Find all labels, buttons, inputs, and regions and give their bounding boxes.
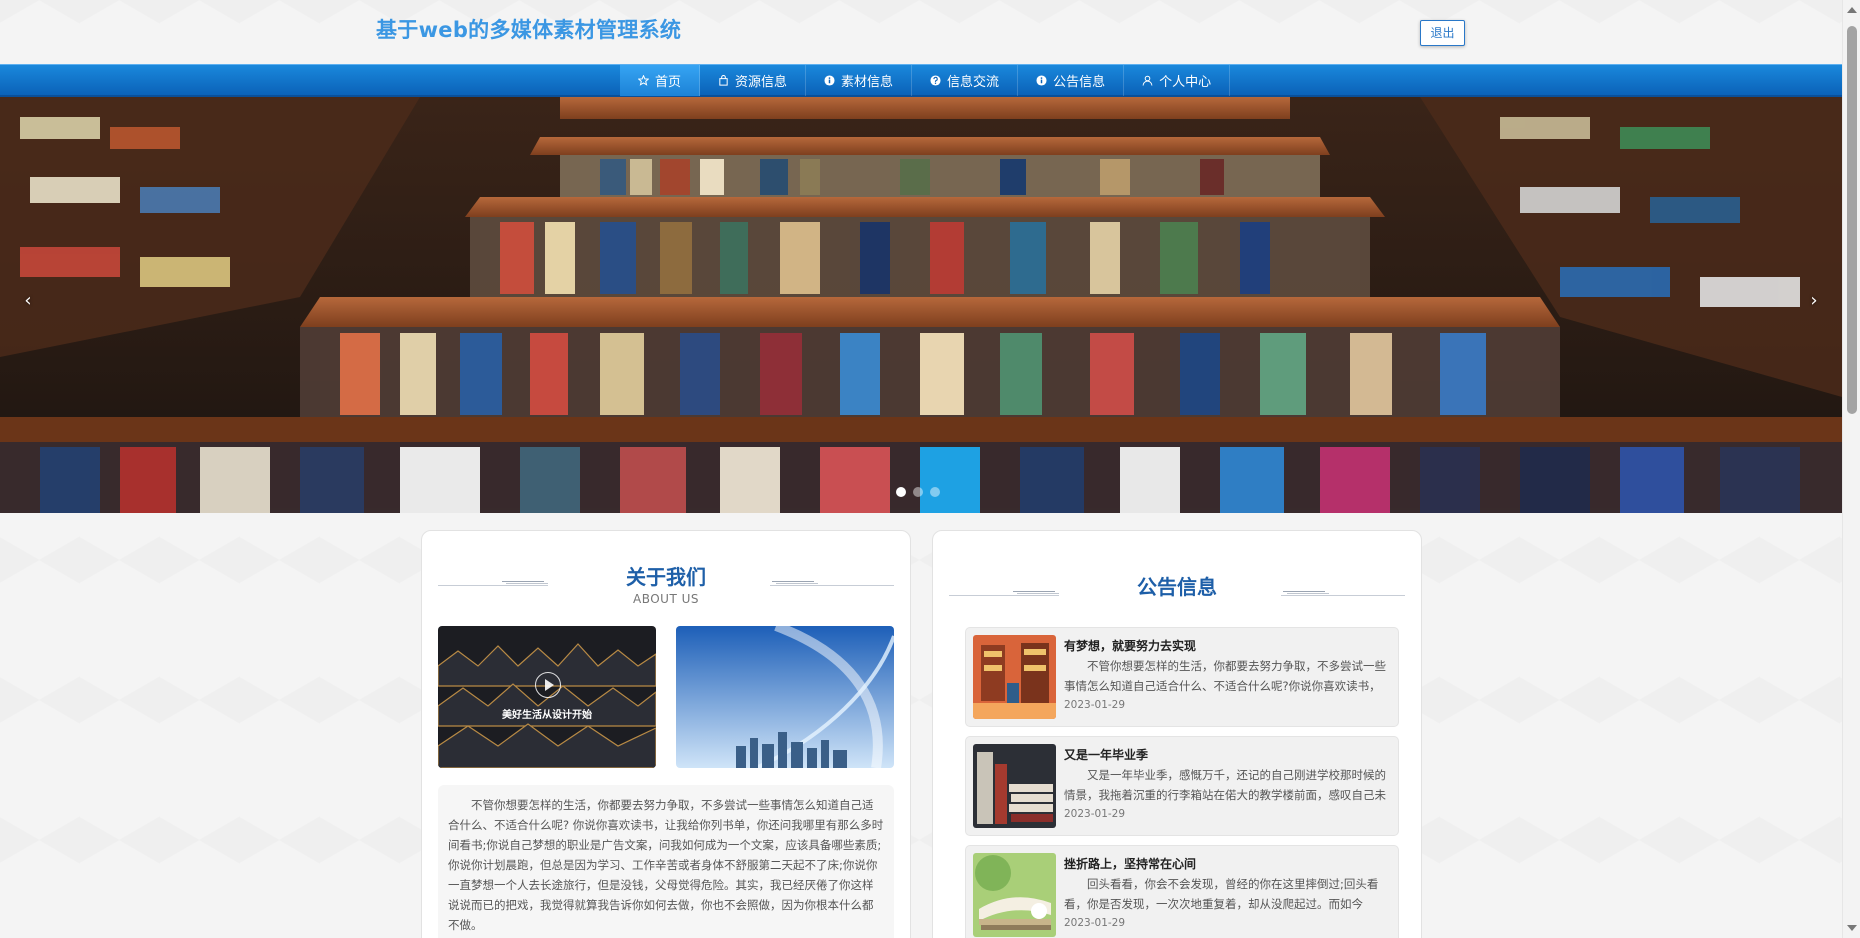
notice-item[interactable]: 又是一年毕业季 又是一年毕业季，感慨万千，还记的自己刚进学校那时候的情景，我拖着… <box>965 736 1399 836</box>
nav-item-notices[interactable]: 公告信息 <box>1018 65 1125 96</box>
about-panel: 关于我们 ABOUT US 美好生活从设计开始 不管你想要怎样的生活，你都要去努… <box>421 530 911 938</box>
play-icon[interactable] <box>535 672 561 698</box>
about-title: 关于我们 <box>626 565 706 589</box>
notice-item-date: 2023-01-29 <box>1064 808 1126 820</box>
notice-item-desc: 不管你想要怎样的生活，你都要去努力争取，不多尝试一些事情怎么知道自己适合什么、不… <box>1064 659 1386 693</box>
notice-thumbnail <box>973 635 1056 719</box>
notice-title: 公告信息 <box>1137 575 1217 599</box>
chevron-right-icon: › <box>1810 290 1818 311</box>
about-text: 不管你想要怎样的生活，你都要去努力争取，不多尝试一些事情怎么知道自己适合什么、不… <box>438 785 894 938</box>
nav-item-label: 公告信息 <box>1053 75 1106 90</box>
about-image-city <box>676 626 894 768</box>
notice-item-date: 2023-01-29 <box>1064 917 1126 929</box>
notice-item-title: 又是一年毕业季 <box>1064 748 1149 762</box>
scrollbar-thumb[interactable] <box>1847 26 1857 414</box>
nav-item-resources[interactable]: 资源信息 <box>700 65 807 96</box>
about-subtitle: ABOUT US <box>632 592 699 606</box>
about-header: 关于我们 ABOUT US <box>422 561 910 606</box>
user-icon <box>1142 75 1153 86</box>
notice-item-title: 有梦想，就要努力去实现 <box>1064 639 1197 653</box>
banner-carousel: ‹ › <box>0 97 1842 513</box>
about-image-design: 美好生活从设计开始 <box>438 626 656 768</box>
main-navbar: 首页 资源信息 素材信息 信息交流 公告信息 个人中心 <box>0 64 1842 97</box>
carousel-prev-button[interactable]: ‹ <box>16 289 40 313</box>
page: 基于web的多媒体素材管理系统 退出 首页 资源信息 素材信息 信息交流 公告信… <box>0 0 1842 938</box>
info-circle-icon <box>824 75 835 86</box>
nav-item-exchange[interactable]: 信息交流 <box>912 65 1019 96</box>
carousel-dot-1[interactable] <box>896 487 906 497</box>
info-circle-icon <box>1036 75 1047 86</box>
scroll-up-arrow-icon[interactable] <box>1847 7 1857 13</box>
nav-item-label: 信息交流 <box>947 75 1000 90</box>
nav-item-label: 资源信息 <box>735 75 788 90</box>
notice-item-desc: 回头看看，你会不会发现，曾经的你在这里摔倒过;回头看看，你是否发现，一次次地重复… <box>1064 877 1379 911</box>
star-icon <box>638 75 649 86</box>
chevron-left-icon: ‹ <box>24 290 32 311</box>
scroll-down-arrow-icon[interactable] <box>1847 925 1857 931</box>
notice-panel: 公告信息 有梦想，就要努力去实现 不管你想要怎样的生活，你都要去努力争取，不多尝… <box>932 530 1422 938</box>
notice-header: 公告信息 <box>933 571 1421 600</box>
nav-item-materials[interactable]: 素材信息 <box>806 65 913 96</box>
nav-list: 首页 资源信息 素材信息 信息交流 公告信息 个人中心 <box>620 65 1231 96</box>
question-circle-icon <box>930 75 941 86</box>
notice-thumbnail <box>973 744 1056 828</box>
notice-item[interactable]: 挫折路上，坚持常在心间 回头看看，你会不会发现，曾经的你在这里摔倒过;回头看看，… <box>965 845 1399 938</box>
notice-item-date: 2023-01-29 <box>1064 699 1126 711</box>
nav-item-label: 素材信息 <box>841 75 894 90</box>
notice-item[interactable]: 有梦想，就要努力去实现 不管你想要怎样的生活，你都要去努力争取，不多尝试一些事情… <box>965 627 1399 727</box>
notice-item-title: 挫折路上，坚持常在心间 <box>1064 857 1197 871</box>
site-title: 基于web的多媒体素材管理系统 <box>376 18 682 42</box>
carousel-dot-3[interactable] <box>930 487 940 497</box>
nav-item-label: 首页 <box>655 75 682 90</box>
nav-item-profile[interactable]: 个人中心 <box>1124 65 1231 96</box>
nav-item-home[interactable]: 首页 <box>620 65 701 96</box>
carousel-dot-2[interactable] <box>913 487 923 497</box>
carousel-next-button[interactable]: › <box>1802 289 1826 313</box>
bag-icon <box>719 75 728 86</box>
about-image-caption: 美好生活从设计开始 <box>502 710 592 721</box>
notice-item-desc: 又是一年毕业季，感慨万千，还记的自己刚进学校那时候的情景，我拖着沉重的行李箱站在… <box>1064 768 1386 802</box>
carousel-indicators <box>896 487 940 497</box>
page-scrollbar[interactable] <box>1842 0 1860 938</box>
logout-button[interactable]: 退出 <box>1420 20 1465 46</box>
nav-item-label: 个人中心 <box>1159 75 1212 90</box>
notice-thumbnail <box>973 853 1056 937</box>
top-header: 基于web的多媒体素材管理系统 退出 <box>0 0 1842 64</box>
banner-image-bookshelf <box>0 97 1842 513</box>
